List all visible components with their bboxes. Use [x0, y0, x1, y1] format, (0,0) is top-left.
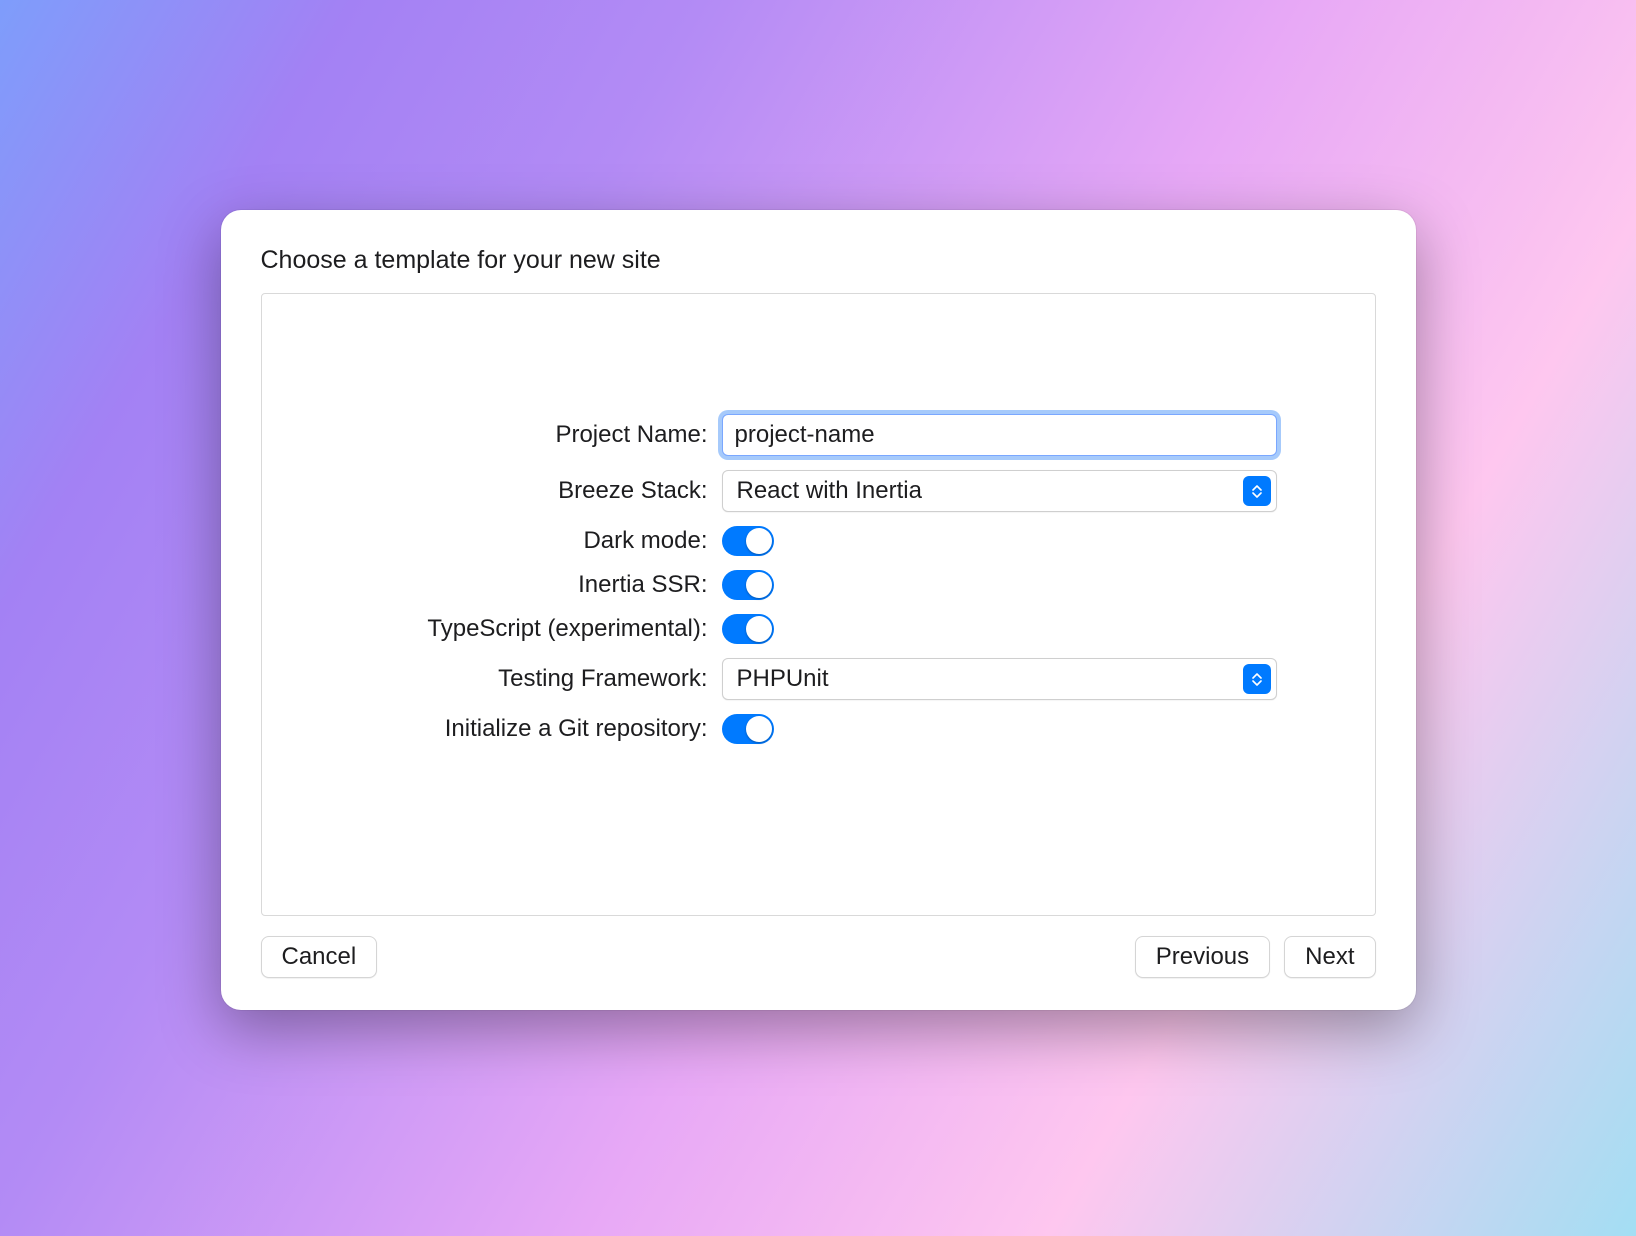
cancel-button[interactable]: Cancel — [261, 936, 378, 978]
git-repo-toggle[interactable] — [722, 714, 774, 744]
form-grid: Project Name: Breeze Stack: React with I… — [382, 414, 1255, 744]
breeze-stack-value: React with Inertia — [737, 477, 922, 505]
breeze-stack-label: Breeze Stack: — [382, 477, 722, 505]
testing-framework-value: PHPUnit — [737, 665, 829, 693]
testing-framework-label: Testing Framework: — [382, 665, 722, 693]
dialog-footer: Cancel Previous Next — [261, 936, 1376, 978]
toggle-knob — [746, 572, 772, 598]
dialog-title: Choose a template for your new site — [261, 246, 1376, 275]
toggle-knob — [746, 528, 772, 554]
next-button[interactable]: Next — [1284, 936, 1375, 978]
dark-mode-toggle[interactable] — [722, 526, 774, 556]
dark-mode-label: Dark mode: — [382, 527, 722, 555]
inertia-ssr-label: Inertia SSR: — [382, 571, 722, 599]
previous-button[interactable]: Previous — [1135, 936, 1270, 978]
form-frame: Project Name: Breeze Stack: React with I… — [261, 293, 1376, 916]
template-dialog: Choose a template for your new site Proj… — [221, 210, 1416, 1010]
project-name-label: Project Name: — [382, 421, 722, 449]
breeze-stack-select[interactable]: React with Inertia — [722, 470, 1277, 512]
git-repo-label: Initialize a Git repository: — [382, 715, 722, 743]
project-name-input[interactable] — [722, 414, 1277, 456]
testing-framework-select[interactable]: PHPUnit — [722, 658, 1277, 700]
typescript-label: TypeScript (experimental): — [382, 615, 722, 643]
inertia-ssr-toggle[interactable] — [722, 570, 774, 600]
chevron-up-down-icon — [1243, 664, 1271, 694]
toggle-knob — [746, 716, 772, 742]
chevron-up-down-icon — [1243, 476, 1271, 506]
toggle-knob — [746, 616, 772, 642]
typescript-toggle[interactable] — [722, 614, 774, 644]
